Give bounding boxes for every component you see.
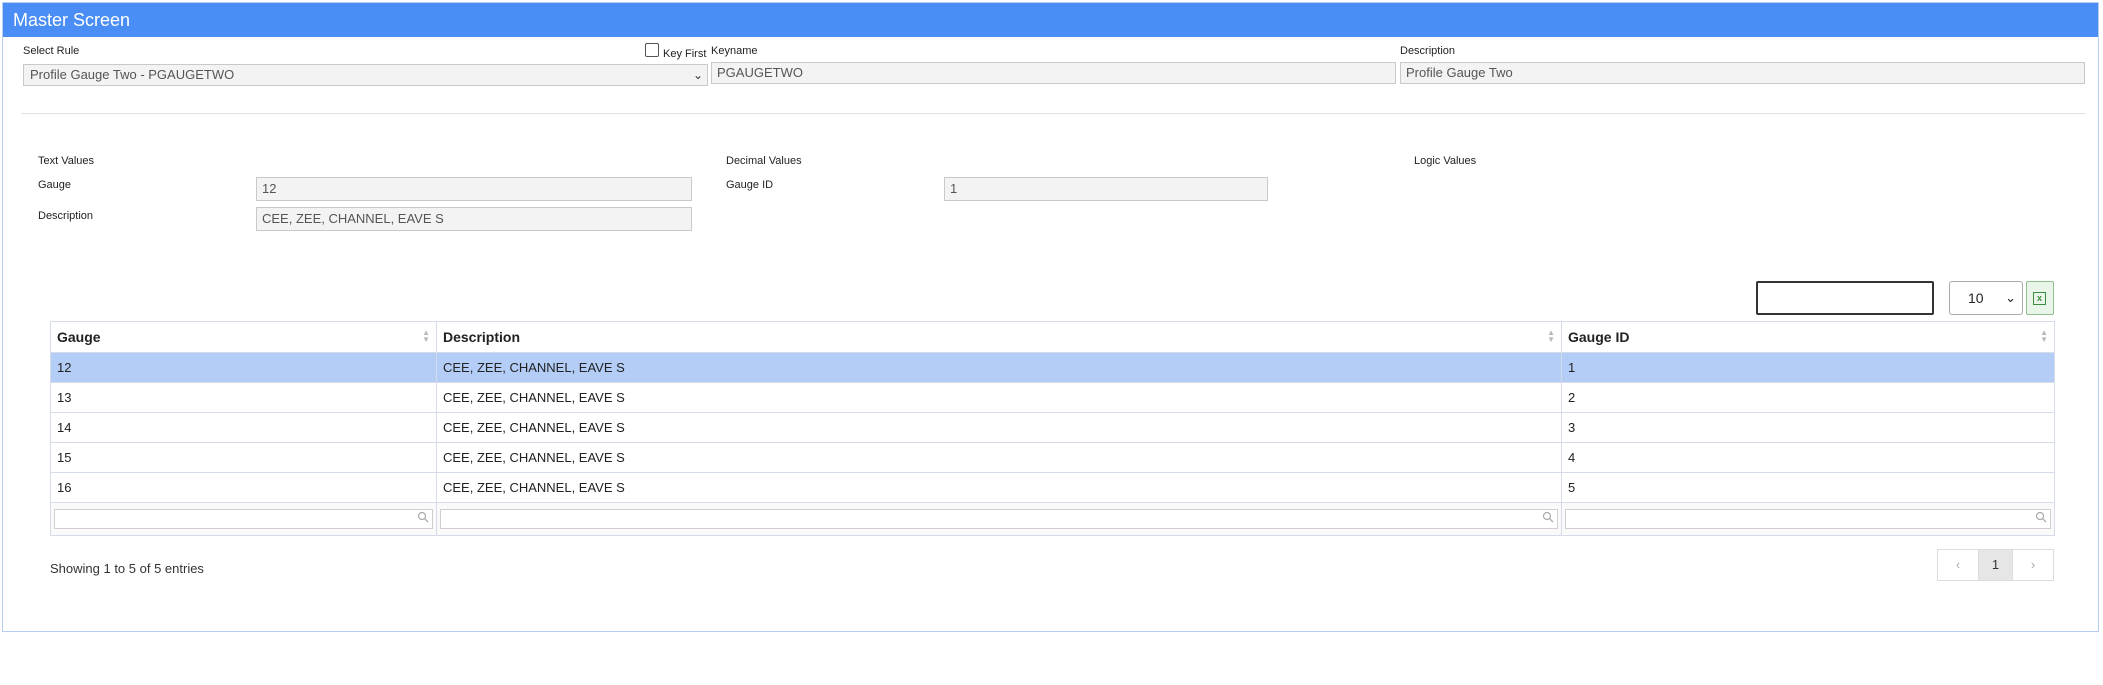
keyname-label: Keyname [711, 45, 758, 57]
filter-cell-description [436, 502, 1562, 536]
table-row[interactable]: 15 CEE, ZEE, CHANNEL, EAVE S 4 [50, 442, 2055, 473]
cell-gauge-id: 1 [1561, 352, 2055, 383]
gauge-field[interactable]: 12 [256, 177, 692, 201]
filter-input-description[interactable] [440, 509, 1558, 529]
cell-description: CEE, ZEE, CHANNEL, EAVE S [436, 352, 1562, 383]
cell-gauge: 15 [50, 442, 437, 473]
divider [21, 113, 2086, 114]
table-info: Showing 1 to 5 of 5 entries [50, 561, 204, 576]
column-header-gauge-id[interactable]: Gauge ID ▲ ▼ [1561, 321, 2055, 353]
cell-description: CEE, ZEE, CHANNEL, EAVE S [436, 472, 1562, 503]
cell-description: CEE, ZEE, CHANNEL, EAVE S [436, 382, 1562, 413]
master-screen-panel: Master Screen Select Rule Profile Gauge … [2, 2, 2099, 632]
select-rule-value: Profile Gauge Two - PGAUGETWO [30, 67, 235, 82]
gauge-id-field[interactable]: 1 [944, 177, 1268, 201]
cell-description: CEE, ZEE, CHANNEL, EAVE S [436, 442, 1562, 473]
page-length-select[interactable]: 10 ⌄ [1949, 281, 2023, 315]
gauge-id-label: Gauge ID [726, 179, 774, 191]
key-first-label: Key First [663, 48, 707, 60]
table-row[interactable]: 12 CEE, ZEE, CHANNEL, EAVE S 1 [50, 352, 2055, 383]
filter-input-gauge-id[interactable] [1565, 509, 2051, 529]
sort-icon: ▲ ▼ [1547, 328, 1555, 344]
cell-gauge-id: 3 [1561, 412, 2055, 443]
logic-values-heading: Logic Values [1414, 155, 1477, 167]
select-rule-label: Select Rule [23, 45, 80, 57]
chevron-down-icon: ⌄ [2005, 290, 2016, 305]
search-icon [417, 511, 429, 523]
cell-gauge: 13 [50, 382, 437, 413]
gauge-label: Gauge [38, 179, 72, 191]
cell-gauge: 14 [50, 412, 437, 443]
table-row[interactable]: 14 CEE, ZEE, CHANNEL, EAVE S 3 [50, 412, 2055, 443]
text-values-heading: Text Values [38, 155, 95, 167]
select-rule-dropdown[interactable]: Profile Gauge Two - PGAUGETWO ⌄ [23, 64, 708, 86]
cell-description: CEE, ZEE, CHANNEL, EAVE S [436, 412, 1562, 443]
cell-gauge: 16 [50, 472, 437, 503]
text-description-field[interactable]: CEE, ZEE, CHANNEL, EAVE S [256, 207, 692, 231]
pagination-next-button[interactable]: › [2012, 549, 2054, 581]
table-row[interactable]: 13 CEE, ZEE, CHANNEL, EAVE S 2 [50, 382, 2055, 413]
excel-export-icon: x [2033, 292, 2046, 305]
description-field[interactable]: Profile Gauge Two [1400, 62, 2085, 84]
search-icon [2035, 511, 2047, 523]
search-icon [1542, 511, 1554, 523]
cell-gauge-id: 5 [1561, 472, 2055, 503]
excel-export-button[interactable]: x [2026, 281, 2054, 315]
sort-icon: ▲ ▼ [422, 328, 430, 344]
table-header-row: Gauge ▲ ▼ Description ▲ ▼ Gauge ID ▲ ▼ [50, 321, 2055, 353]
cell-gauge: 12 [50, 352, 437, 383]
page-title: Master Screen [3, 3, 2098, 37]
text-description-label: Description [38, 210, 94, 222]
filter-cell-gauge-id [1561, 502, 2055, 536]
chevron-down-icon: ⌄ [692, 68, 703, 82]
page-length-value: 10 [1968, 290, 1984, 306]
filter-cell-gauge [50, 502, 437, 536]
key-first-checkbox[interactable] [645, 43, 659, 57]
keyname-field[interactable]: PGAUGETWO [711, 62, 1396, 84]
column-header-description[interactable]: Description ▲ ▼ [436, 321, 1562, 353]
table-row[interactable]: 16 CEE, ZEE, CHANNEL, EAVE S 5 [50, 472, 2055, 503]
filter-row [50, 502, 2055, 536]
pagination-page-1[interactable]: 1 [1978, 549, 2013, 581]
pagination-previous-button[interactable]: ‹ [1937, 549, 1979, 581]
column-header-gauge[interactable]: Gauge ▲ ▼ [50, 321, 437, 353]
filter-input-gauge[interactable] [54, 509, 433, 529]
table-search-input[interactable] [1756, 281, 1934, 315]
data-table: Gauge ▲ ▼ Description ▲ ▼ Gauge ID ▲ ▼ 12 CEE,… [50, 321, 2055, 536]
sort-icon: ▲ ▼ [2040, 328, 2048, 344]
cell-gauge-id: 2 [1561, 382, 2055, 413]
decimal-values-heading: Decimal Values [726, 155, 802, 167]
cell-gauge-id: 4 [1561, 442, 2055, 473]
description-label: Description [1400, 45, 1456, 57]
